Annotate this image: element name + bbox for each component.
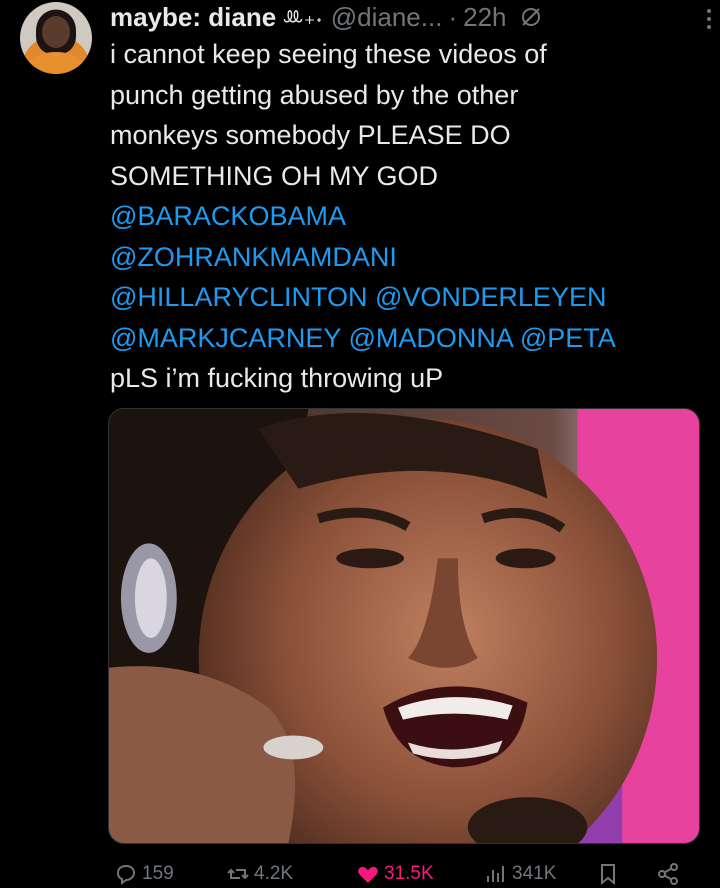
text-line: i cannot keep seeing these videos of <box>110 39 547 69</box>
crying-woman-image <box>109 409 699 843</box>
tweet-header: maybe: diane ꔛ₊˖ @diane... · 22h <box>110 0 700 34</box>
bookmark-button[interactable] <box>596 862 620 886</box>
separator: · <box>448 1 458 32</box>
action-bar: 159 4.2K 31.5K 341K <box>108 858 698 888</box>
avatar-face <box>42 16 70 48</box>
reply-button[interactable]: 159 <box>114 862 174 886</box>
share-button[interactable] <box>656 862 680 886</box>
share-icon <box>658 863 678 885</box>
like-count: 31.5K <box>384 863 434 884</box>
media-image[interactable] <box>108 408 700 844</box>
text-line: SOMETHING OH MY GOD <box>110 160 439 191</box>
repost-button[interactable]: 4.2K <box>226 862 293 886</box>
views-button[interactable]: 341K <box>484 862 556 886</box>
text-line: monkeys somebody PLEASE DO <box>110 120 511 150</box>
more-icon[interactable] <box>706 8 712 30</box>
avatar-shirt <box>28 52 84 74</box>
handle[interactable]: @diane... <box>331 2 443 33</box>
mention-line[interactable]: @BARACKOBAMA <box>110 196 700 237</box>
text-line: pLS i’m fucking throwing uP <box>110 363 444 393</box>
views-count: 341K <box>512 863 557 884</box>
reply-count: 159 <box>142 863 174 884</box>
timestamp[interactable]: 22h <box>463 2 506 33</box>
grok-icon[interactable] <box>519 5 543 29</box>
display-name[interactable]: maybe: diane <box>110 2 276 33</box>
like-button[interactable]: 31.5K <box>356 862 434 886</box>
reply-icon <box>116 864 136 885</box>
avatar[interactable] <box>20 2 92 74</box>
mention-line[interactable]: @MARKJCARNEY @MADONNA @PETA <box>110 318 700 359</box>
tweet-text: i cannot keep seeing these videos of pun… <box>110 34 700 399</box>
name-decoration: ꔛ₊˖ <box>282 4 323 29</box>
bookmark-icon <box>601 864 615 886</box>
mention-line[interactable]: @ZOHRANKMAMDANI <box>110 237 700 278</box>
repost-icon <box>227 868 249 880</box>
views-icon <box>487 866 504 882</box>
mention-line[interactable]: @HILLARYCLINTON @VONDERLEYEN <box>110 277 700 318</box>
repost-count: 4.2K <box>254 863 294 884</box>
like-icon <box>358 867 378 883</box>
tweet[interactable]: maybe: diane ꔛ₊˖ @diane... · 22h i canno… <box>0 0 720 888</box>
text-line: punch getting abused by the other <box>110 79 519 110</box>
